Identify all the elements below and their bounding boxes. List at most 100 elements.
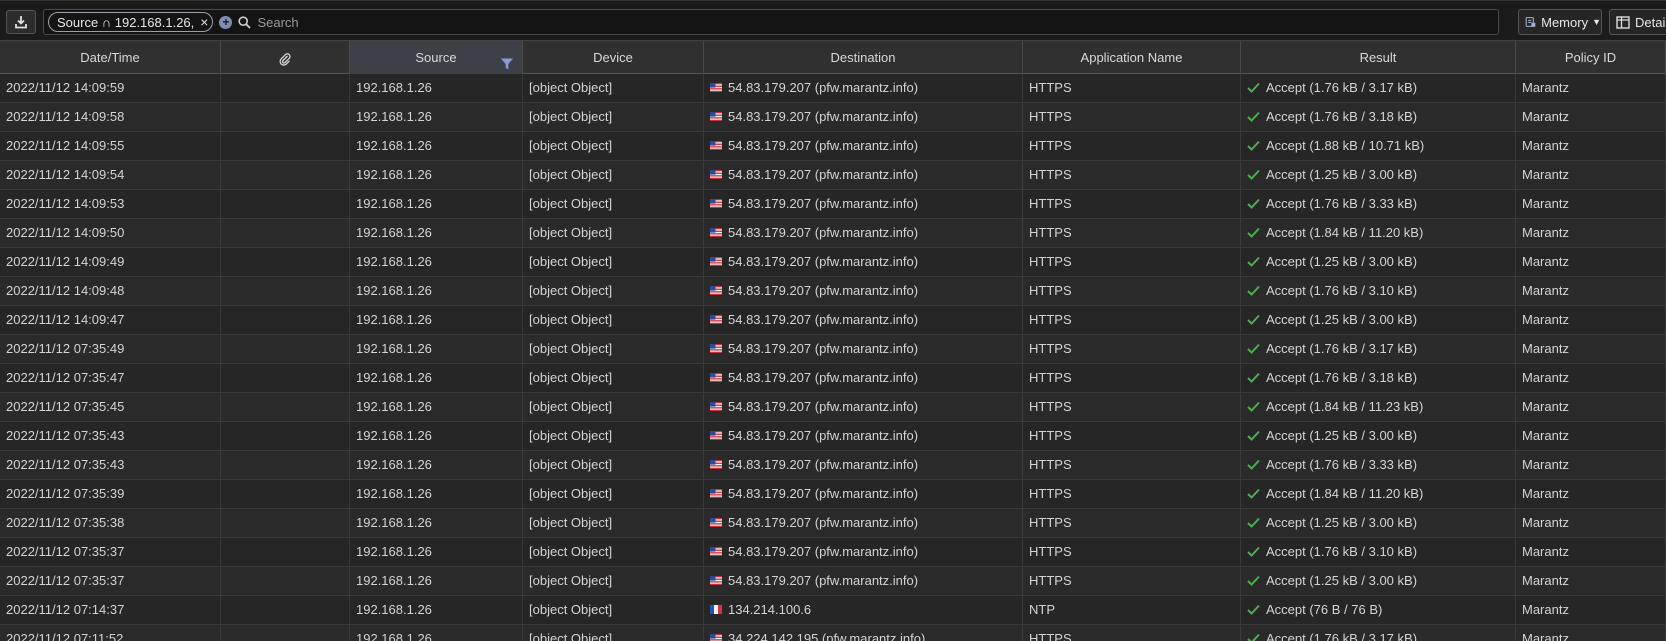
cell-attachment	[221, 567, 350, 595]
cell-device: [object Object]	[523, 306, 704, 334]
cell-device: [object Object]	[523, 393, 704, 421]
cell-datetime: 2022/11/12 14:09:49	[0, 248, 221, 276]
column-header-policy[interactable]: Policy ID	[1516, 41, 1666, 74]
table-row[interactable]: 2022/11/12 07:14:37 192.168.1.26 [object O…	[0, 596, 1666, 625]
cell-datetime: 2022/11/12 14:09:48	[0, 277, 221, 305]
table-row[interactable]: 2022/11/12 14:09:53 192.168.1.26 [object O…	[0, 190, 1666, 219]
table-row[interactable]: 2022/11/12 14:09:50 192.168.1.26 [object O…	[0, 219, 1666, 248]
table-row[interactable]: 2022/11/12 07:35:37 192.168.1.26 [object O…	[0, 567, 1666, 596]
cell-datetime: 2022/11/12 07:35:43	[0, 422, 221, 450]
cell-device: [object Object]	[523, 74, 704, 102]
check-icon	[1247, 372, 1260, 383]
column-header-destination[interactable]: Destination	[704, 41, 1023, 74]
cell-datetime: 2022/11/12 07:35:38	[0, 509, 221, 537]
destination-text: 54.83.179.207 (pfw.marantz.info)	[728, 138, 919, 153]
table-row[interactable]: 2022/11/12 07:35:43 192.168.1.26 [object O…	[0, 451, 1666, 480]
cell-destination: 54.83.179.207 (pfw.marantz.info)	[704, 509, 1023, 537]
us-flag-icon	[710, 373, 722, 383]
cell-source: 192.168.1.26	[350, 567, 523, 595]
column-header-label: Destination	[830, 50, 896, 65]
table-row[interactable]: 2022/11/12 07:35:39 192.168.1.26 [object O…	[0, 480, 1666, 509]
column-header-attachment[interactable]	[221, 41, 350, 74]
table-body: 2022/11/12 14:09:59 192.168.1.26 [object O…	[0, 74, 1666, 641]
cell-app: HTTPS	[1023, 103, 1241, 131]
details-button[interactable]: Details	[1609, 9, 1666, 35]
column-header-result[interactable]: Result	[1241, 41, 1516, 74]
cell-device: [object Object]	[523, 364, 704, 392]
result-text: Accept (1.76 kB / 3.33 kB)	[1266, 457, 1418, 472]
table-row[interactable]: 2022/11/12 07:11:52 192.168.1.26 [object O…	[0, 625, 1666, 641]
cell-datetime: 2022/11/12 07:11:52	[0, 625, 221, 641]
close-icon[interactable]: ×	[200, 14, 208, 30]
cell-result: Accept (1.84 kB / 11.23 kB)	[1241, 393, 1516, 421]
cell-attachment	[221, 132, 350, 160]
table-row[interactable]: 2022/11/12 07:35:37 192.168.1.26 [object O…	[0, 538, 1666, 567]
table-row[interactable]: 2022/11/12 14:09:54 192.168.1.26 [object O…	[0, 161, 1666, 190]
search-input[interactable]	[255, 13, 1498, 31]
cell-app: HTTPS	[1023, 364, 1241, 392]
cell-attachment	[221, 364, 350, 392]
destination-text: 54.83.179.207 (pfw.marantz.info)	[728, 341, 919, 356]
cell-source: 192.168.1.26	[350, 335, 523, 363]
column-header-app[interactable]: Application Name	[1023, 41, 1241, 74]
check-icon	[1247, 459, 1260, 470]
cell-destination: 34.224.142.195 (pfw.marantz.info)	[704, 625, 1023, 641]
cell-result: Accept (1.76 kB / 3.17 kB)	[1241, 625, 1516, 641]
cell-destination: 54.83.179.207 (pfw.marantz.info)	[704, 393, 1023, 421]
download-button[interactable]	[6, 10, 36, 34]
search-bar[interactable]: Source ∩ 192.168.1.26, × +	[43, 9, 1499, 35]
table-row[interactable]: 2022/11/12 14:09:55 192.168.1.26 [object O…	[0, 132, 1666, 161]
cell-device: [object Object]	[523, 567, 704, 595]
cell-datetime: 2022/11/12 14:09:55	[0, 132, 221, 160]
search-icon	[238, 15, 252, 29]
cell-datetime: 2022/11/12 07:35:43	[0, 451, 221, 479]
result-text: Accept (1.84 kB / 11.23 kB)	[1266, 399, 1424, 414]
cell-source: 192.168.1.26	[350, 190, 523, 218]
column-header-device[interactable]: Device	[523, 41, 704, 74]
us-flag-icon	[710, 315, 722, 325]
table-row[interactable]: 2022/11/12 14:09:58 192.168.1.26 [object O…	[0, 103, 1666, 132]
result-text: Accept (1.76 kB / 3.10 kB)	[1266, 544, 1418, 559]
cell-attachment	[221, 335, 350, 363]
table-row[interactable]: 2022/11/12 14:09:48 192.168.1.26 [object O…	[0, 277, 1666, 306]
destination-text: 54.83.179.207 (pfw.marantz.info)	[728, 486, 919, 501]
table-row[interactable]: 2022/11/12 07:35:38 192.168.1.26 [object O…	[0, 509, 1666, 538]
cell-result: Accept (1.76 kB / 3.17 kB)	[1241, 335, 1516, 363]
table-row[interactable]: 2022/11/12 14:09:59 192.168.1.26 [object O…	[0, 74, 1666, 103]
destination-text: 54.83.179.207 (pfw.marantz.info)	[728, 457, 919, 472]
result-text: Accept (1.25 kB / 3.00 kB)	[1266, 515, 1418, 530]
column-header-datetime[interactable]: Date/Time	[0, 41, 221, 74]
cell-result: Accept (1.76 kB / 3.18 kB)	[1241, 364, 1516, 392]
cell-app: HTTPS	[1023, 277, 1241, 305]
cell-policy: Marantz	[1516, 306, 1666, 334]
cell-app: HTTPS	[1023, 422, 1241, 450]
cell-app: HTTPS	[1023, 219, 1241, 247]
result-text: Accept (1.25 kB / 3.00 kB)	[1266, 573, 1418, 588]
table-row[interactable]: 2022/11/12 14:09:47 192.168.1.26 [object O…	[0, 306, 1666, 335]
check-icon	[1247, 401, 1260, 412]
result-text: Accept (76 B / 76 B)	[1266, 602, 1383, 617]
table-row[interactable]: 2022/11/12 07:35:47 192.168.1.26 [object O…	[0, 364, 1666, 393]
database-icon	[1525, 17, 1536, 27]
cell-app: HTTPS	[1023, 451, 1241, 479]
cell-datetime: 2022/11/12 07:35:49	[0, 335, 221, 363]
table-row[interactable]: 2022/11/12 07:35:49 192.168.1.26 [object O…	[0, 335, 1666, 364]
table-row[interactable]: 2022/11/12 14:09:49 192.168.1.26 [object O…	[0, 248, 1666, 277]
table-row[interactable]: 2022/11/12 07:35:43 192.168.1.26 [object O…	[0, 422, 1666, 451]
add-filter-icon[interactable]: +	[219, 15, 233, 29]
details-label: Details	[1635, 14, 1666, 30]
column-header-source[interactable]: Source	[350, 41, 523, 74]
cell-app: HTTPS	[1023, 161, 1241, 189]
table-row[interactable]: 2022/11/12 07:35:45 192.168.1.26 [object O…	[0, 393, 1666, 422]
us-flag-icon	[710, 141, 722, 151]
memory-dropdown[interactable]: Memory ▼	[1518, 9, 1602, 35]
memory-label: Memory	[1541, 14, 1589, 30]
filter-chip[interactable]: Source ∩ 192.168.1.26, ×	[48, 12, 214, 32]
cell-device: [object Object]	[523, 422, 704, 450]
cell-policy: Marantz	[1516, 364, 1666, 392]
destination-text: 54.83.179.207 (pfw.marantz.info)	[728, 370, 919, 385]
cell-device: [object Object]	[523, 596, 704, 624]
result-text: Accept (1.76 kB / 3.17 kB)	[1266, 80, 1418, 95]
cell-attachment	[221, 277, 350, 305]
result-text: Accept (1.76 kB / 3.17 kB)	[1266, 631, 1418, 641]
